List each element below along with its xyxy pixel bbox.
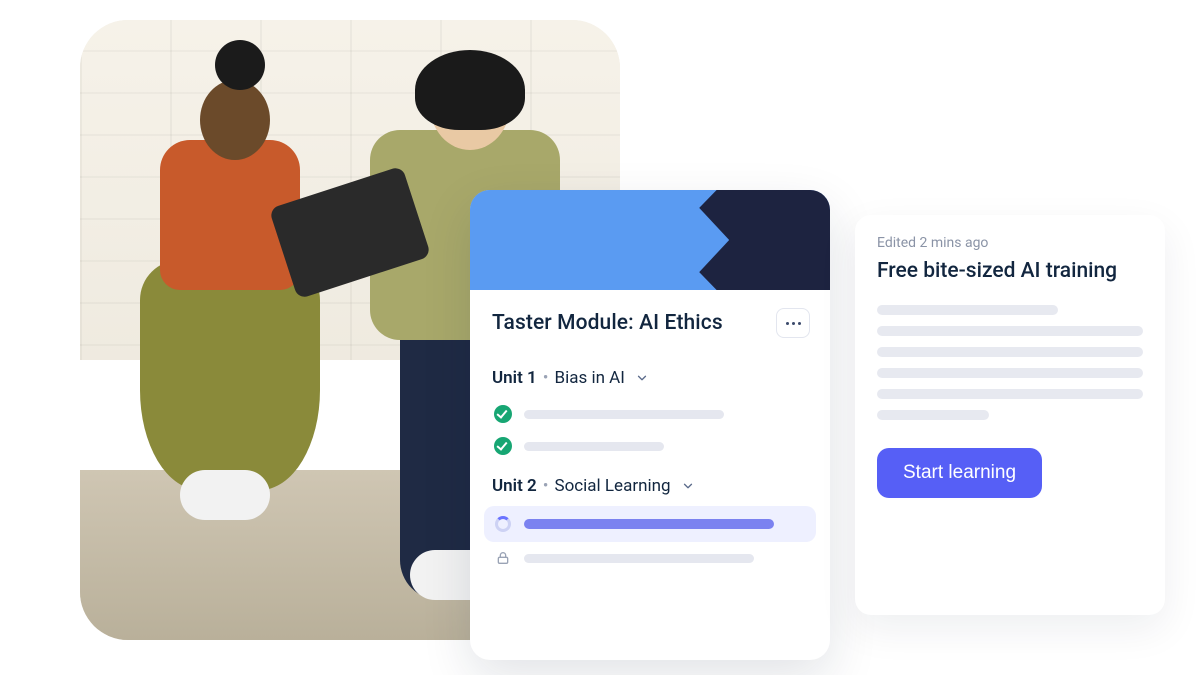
lesson-row[interactable] bbox=[492, 542, 808, 574]
unit-number: Unit 1 bbox=[492, 368, 537, 388]
unit-name: Social Learning bbox=[554, 476, 670, 496]
unit-number: Unit 2 bbox=[492, 476, 537, 496]
kebab-menu-button[interactable] bbox=[776, 308, 810, 338]
chevron-down-icon bbox=[635, 371, 649, 385]
training-title: Free bite-sized AI training bbox=[877, 259, 1143, 283]
training-card: Edited 2 mins ago Free bite-sized AI tra… bbox=[855, 215, 1165, 615]
module-title: Taster Module: AI Ethics bbox=[492, 311, 723, 335]
module-banner bbox=[470, 190, 830, 290]
check-icon bbox=[494, 405, 512, 423]
edited-timestamp: Edited 2 mins ago bbox=[877, 235, 1143, 251]
separator-dot: • bbox=[543, 368, 549, 388]
module-card: Taster Module: AI Ethics Unit 1 • Bias i… bbox=[470, 190, 830, 660]
lesson-title-placeholder bbox=[524, 410, 724, 419]
lesson-row-active[interactable] bbox=[484, 506, 816, 542]
unit-name: Bias in AI bbox=[554, 368, 624, 388]
unit-header[interactable]: Unit 1 • Bias in AI bbox=[492, 354, 808, 398]
lesson-title-placeholder bbox=[524, 442, 664, 451]
spinner-icon bbox=[494, 515, 512, 533]
lock-icon bbox=[494, 549, 512, 567]
chevron-down-icon bbox=[681, 479, 695, 493]
unit-header[interactable]: Unit 2 • Social Learning bbox=[492, 462, 808, 506]
lesson-title-placeholder bbox=[524, 519, 774, 529]
lesson-title-placeholder bbox=[524, 554, 754, 563]
lesson-row[interactable] bbox=[492, 398, 808, 430]
start-learning-label: Start learning bbox=[903, 462, 1016, 484]
lesson-row[interactable] bbox=[492, 430, 808, 462]
start-learning-button[interactable]: Start learning bbox=[877, 448, 1042, 498]
separator-dot: • bbox=[543, 476, 549, 496]
check-icon bbox=[494, 437, 512, 455]
description-placeholder bbox=[877, 305, 1143, 420]
